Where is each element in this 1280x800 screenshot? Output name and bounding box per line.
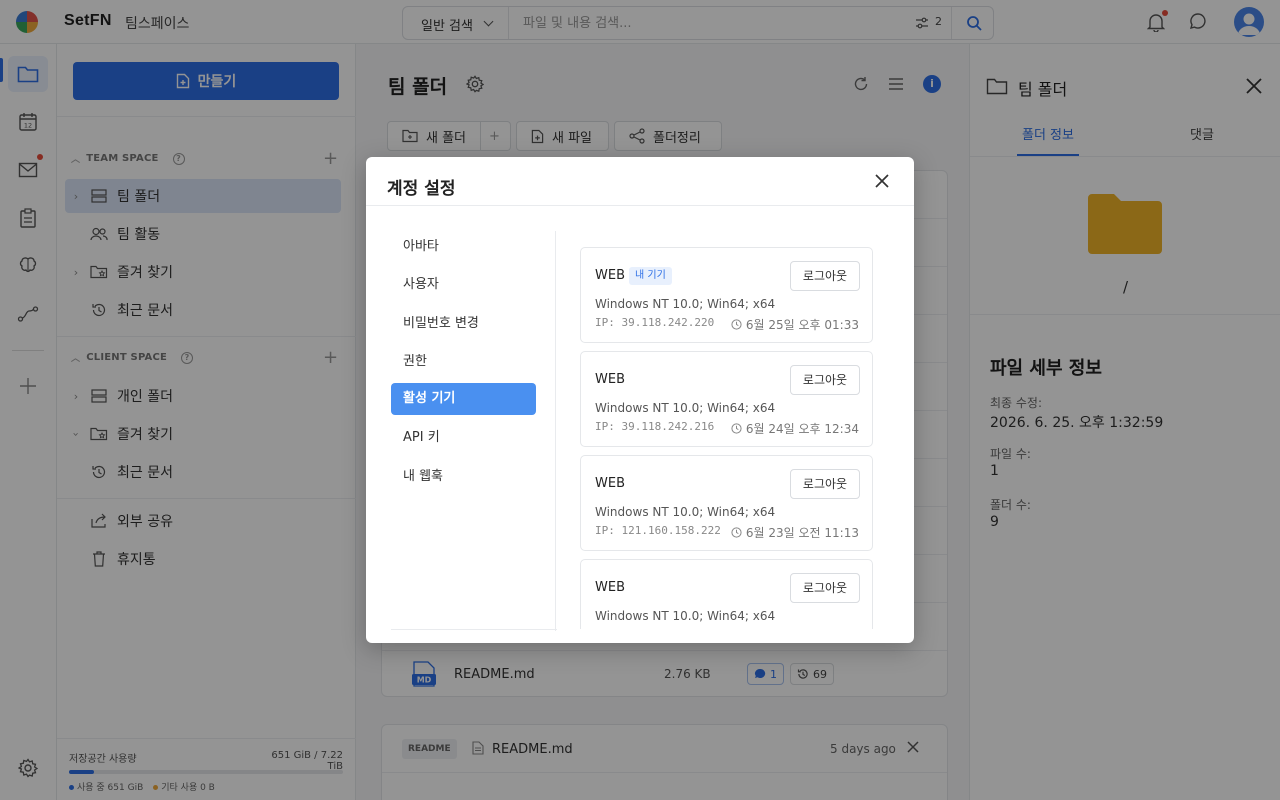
menu-avatar[interactable]: 아바타 (391, 231, 536, 263)
menu-user[interactable]: 사용자 (391, 269, 536, 301)
device-list[interactable]: WEB 내 기기 로그아웃 Windows NT 10.0; Win64; x6… (579, 246, 879, 629)
clock-icon (731, 527, 742, 538)
menu-divider (555, 231, 556, 631)
device-time-label: 6월 23일 오전 11:13 (745, 526, 859, 540)
menu-webhooks[interactable]: 내 웹훅 (391, 461, 536, 493)
device-time: 6월 24일 오후 12:34 (731, 420, 859, 437)
account-settings-dialog: 계정 설정 아바타 사용자 비밀번호 변경 권한 활성 기기 API 키 내 웹… (366, 157, 914, 643)
logout-button[interactable]: 로그아웃 (790, 261, 860, 291)
device-os: Windows NT 10.0; Win64; x64 (595, 297, 776, 311)
device-time-label: 6월 25일 오후 01:33 (745, 318, 859, 332)
logout-button[interactable]: 로그아웃 (790, 573, 860, 603)
device-os: Windows NT 10.0; Win64; x64 (595, 505, 776, 519)
clock-icon (731, 423, 742, 434)
device-ip: IP: 39.118.242.220 (595, 316, 715, 329)
device-ip: IP: 121.160.158.222 (595, 524, 721, 537)
device-ip: IP: 39.118.242.216 (595, 420, 715, 433)
menu-api-key[interactable]: API 키 (391, 422, 536, 454)
logout-button[interactable]: 로그아웃 (790, 365, 860, 395)
dialog-title: 계정 설정 (387, 179, 456, 199)
device-time: 6월 25일 오후 01:33 (731, 316, 859, 333)
menu-change-password[interactable]: 비밀번호 변경 (391, 308, 536, 340)
menu-active-devices[interactable]: 활성 기기 (391, 383, 536, 415)
device-card: WEB 로그아웃 Windows NT 10.0; Win64; x64 IP:… (580, 351, 873, 447)
device-type: WEB (595, 580, 625, 595)
device-time: 6월 23일 오전 11:13 (731, 524, 859, 541)
dialog-divider (366, 205, 914, 206)
device-os: Windows NT 10.0; Win64; x64 (595, 401, 776, 415)
device-time-label: 6월 24일 오후 12:34 (745, 422, 859, 436)
menu-permissions[interactable]: 권한 (391, 346, 536, 378)
logout-button[interactable]: 로그아웃 (790, 469, 860, 499)
device-type: WEB (595, 372, 625, 387)
current-device-badge: 내 기기 (629, 267, 672, 285)
device-card: WEB 로그아웃 Windows NT 10.0; Win64; x64 (580, 559, 873, 629)
device-type: WEB (595, 476, 625, 491)
device-os: Windows NT 10.0; Win64; x64 (595, 609, 776, 623)
device-card: WEB 로그아웃 Windows NT 10.0; Win64; x64 IP:… (580, 455, 873, 551)
menu-bottom-divider (391, 629, 557, 630)
clock-icon (731, 319, 742, 330)
close-icon[interactable] (872, 171, 892, 191)
device-card: WEB 내 기기 로그아웃 Windows NT 10.0; Win64; x6… (580, 247, 873, 343)
device-type: WEB (595, 268, 625, 283)
